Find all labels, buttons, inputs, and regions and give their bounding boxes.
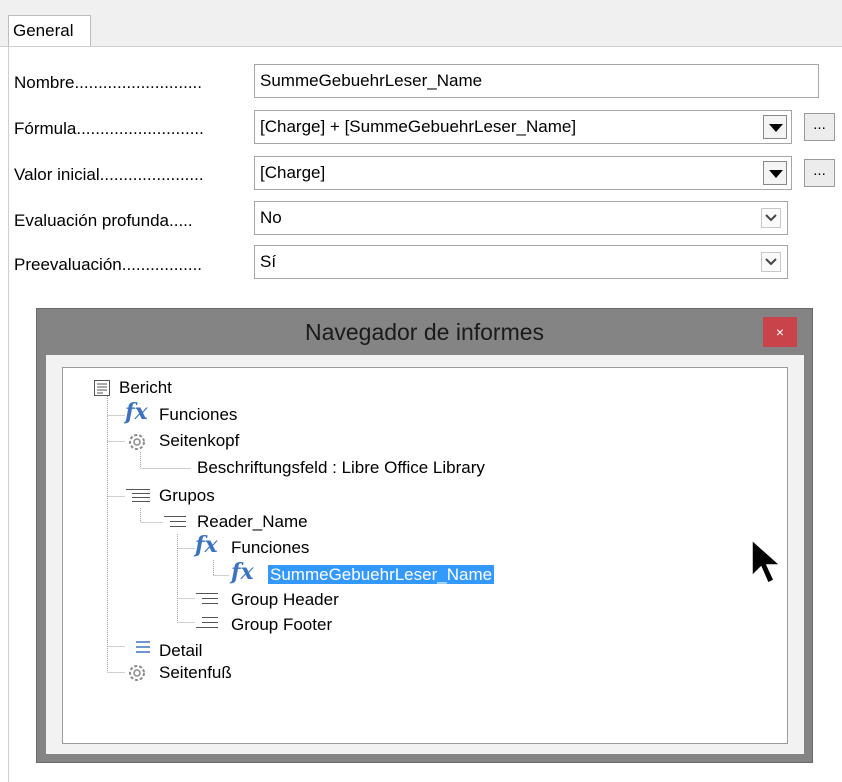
- navigator-title: Navegador de informes: [304, 319, 545, 345]
- preevaluacion-label: Preevaluación.................: [14, 255, 203, 274]
- tree-item-reader-name[interactable]: Reader_Name: [197, 510, 308, 534]
- tree-item-detail[interactable]: Detail: [159, 639, 202, 663]
- evaluacion-dropdown-button[interactable]: [761, 208, 781, 228]
- tree-item-grupos[interactable]: Grupos: [159, 484, 215, 508]
- valor-inicial-browse-button[interactable]: ...: [804, 159, 835, 187]
- tree-item-funciones[interactable]: Funciones: [159, 403, 237, 427]
- formula-combobox[interactable]: [Charge] + [SummeGebuehrLeser_Name]: [254, 110, 792, 144]
- navigator-body: Bericht fx Funciones Seitenkopf Beschrif…: [46, 355, 804, 754]
- function-icon: fx: [195, 532, 218, 558]
- chevron-down-icon: [765, 214, 777, 222]
- group-icon: [164, 516, 186, 527]
- detail-icon: [136, 641, 150, 653]
- valor-inicial-combobox[interactable]: [Charge]: [254, 156, 792, 190]
- preevaluacion-dropdown-button[interactable]: [761, 252, 781, 272]
- tree-item-seitenfuss[interactable]: Seitenfuß: [159, 661, 232, 685]
- function-icon: fx: [125, 399, 148, 425]
- valor-inicial-value: [Charge]: [260, 163, 326, 182]
- dropdown-arrow-icon: [769, 170, 783, 178]
- tree-item-group-footer[interactable]: Group Footer: [231, 613, 332, 637]
- formula-dropdown-button[interactable]: [763, 115, 787, 139]
- nombre-field[interactable]: SummeGebuehrLeser_Name: [254, 64, 819, 98]
- gear-icon: [129, 665, 145, 681]
- chevron-down-icon: [765, 258, 777, 266]
- group-footer-icon: [196, 617, 218, 628]
- tab-general[interactable]: General: [8, 15, 91, 47]
- report-icon: [94, 380, 110, 396]
- nombre-label: Nombre...........................: [14, 73, 202, 92]
- mouse-cursor-icon: [751, 538, 782, 585]
- tab-divider: [0, 46, 842, 47]
- formula-value: [Charge] + [SummeGebuehrLeser_Name]: [260, 117, 577, 136]
- evaluacion-select[interactable]: No: [254, 201, 788, 235]
- tab-strip: General: [0, 0, 842, 47]
- group-header-icon: [196, 593, 218, 604]
- panel-border: [8, 47, 9, 782]
- preevaluacion-value: Sí: [260, 252, 277, 271]
- formula-label: Fórmula...........................: [14, 119, 204, 138]
- function-icon: fx: [231, 559, 254, 585]
- tree-item-summe-selected[interactable]: SummeGebuehrLeser_Name: [268, 563, 495, 587]
- report-tree[interactable]: Bericht fx Funciones Seitenkopf Beschrif…: [62, 367, 788, 744]
- valor-inicial-dropdown-button[interactable]: [763, 161, 787, 185]
- valor-inicial-label: Valor inicial......................: [14, 165, 204, 184]
- evaluacion-value: No: [260, 208, 282, 227]
- gear-icon: [129, 434, 145, 450]
- groups-icon: [126, 489, 150, 502]
- tree-item-seitenkopf[interactable]: Seitenkopf: [159, 429, 239, 453]
- formula-browse-button[interactable]: ...: [804, 113, 835, 141]
- dropdown-arrow-icon: [769, 124, 783, 132]
- selected-label: SummeGebuehrLeser_Name: [268, 565, 495, 584]
- tree-item-group-header[interactable]: Group Header: [231, 588, 339, 612]
- tree-item-bericht[interactable]: Bericht: [119, 376, 172, 400]
- report-navigator-window: Navegador de informes × Bericht fx Funci…: [36, 308, 813, 763]
- evaluacion-label: Evaluación profunda.....: [14, 211, 193, 230]
- preevaluacion-select[interactable]: Sí: [254, 245, 788, 279]
- tree-item-beschriftungsfeld[interactable]: Beschriftungsfeld : Libre Office Library: [197, 456, 485, 480]
- tree-item-funciones-sub[interactable]: Funciones: [231, 536, 309, 560]
- close-button[interactable]: ×: [763, 317, 797, 347]
